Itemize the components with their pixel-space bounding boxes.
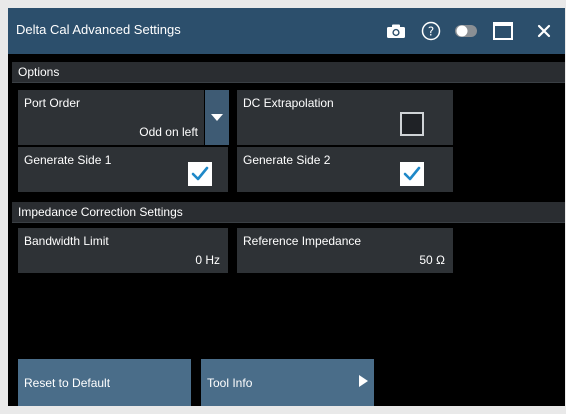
dc-extrapolation-field[interactable]: DC Extrapolation [237,90,453,145]
reference-impedance-field[interactable]: Reference Impedance 50 Ω [237,228,453,273]
bandwidth-limit-value: 0 Hz [195,253,220,267]
impedance-section-header: Impedance Correction Settings [12,202,565,223]
generate-side-2-label: Generate Side 2 [243,153,331,167]
reference-impedance-value: 50 Ω [419,253,445,267]
reset-to-default-label: Reset to Default [24,375,111,390]
port-order-value: Odd on left [139,125,198,139]
options-section-header: Options [12,62,565,83]
title-bar: Delta Cal Advanced Settings ? [8,8,565,54]
tool-info-button[interactable]: Tool Info [201,359,374,406]
port-order-dropdown-button[interactable] [205,90,229,145]
port-order-label: Port Order [24,96,81,110]
generate-side-1-checkbox[interactable] [188,162,212,186]
delta-cal-advanced-settings-dialog: Delta Cal Advanced Settings ? Options Po… [8,8,565,406]
svg-text:?: ? [428,25,434,39]
maximize-icon[interactable] [488,16,518,46]
generate-side-2-checkbox[interactable] [400,162,424,186]
generate-side-1-field[interactable]: Generate Side 1 [18,147,228,192]
checkmark-icon [191,166,209,181]
dc-extrapolation-checkbox[interactable] [400,112,424,136]
reset-to-default-button[interactable]: Reset to Default [18,359,191,406]
dc-extrapolation-label: DC Extrapolation [243,96,334,110]
chevron-down-icon [211,113,223,121]
options-section-label: Options [18,65,60,79]
bandwidth-limit-label: Bandwidth Limit [24,234,109,248]
bandwidth-limit-field[interactable]: Bandwidth Limit 0 Hz [18,228,228,273]
port-order-field[interactable]: Port Order Odd on left [18,90,204,145]
window-title: Delta Cal Advanced Settings [16,22,181,37]
tool-info-label: Tool Info [207,375,253,390]
generate-side-1-label: Generate Side 1 [24,153,112,167]
checkmark-icon [403,166,421,181]
chevron-right-icon [359,375,368,387]
reference-impedance-label: Reference Impedance [243,234,362,248]
toggle-icon[interactable] [451,16,481,46]
camera-icon[interactable] [381,16,411,46]
generate-side-2-field[interactable]: Generate Side 2 [237,147,453,192]
help-icon[interactable]: ? [416,16,446,46]
close-icon[interactable] [529,16,559,46]
impedance-section-label: Impedance Correction Settings [18,205,183,219]
